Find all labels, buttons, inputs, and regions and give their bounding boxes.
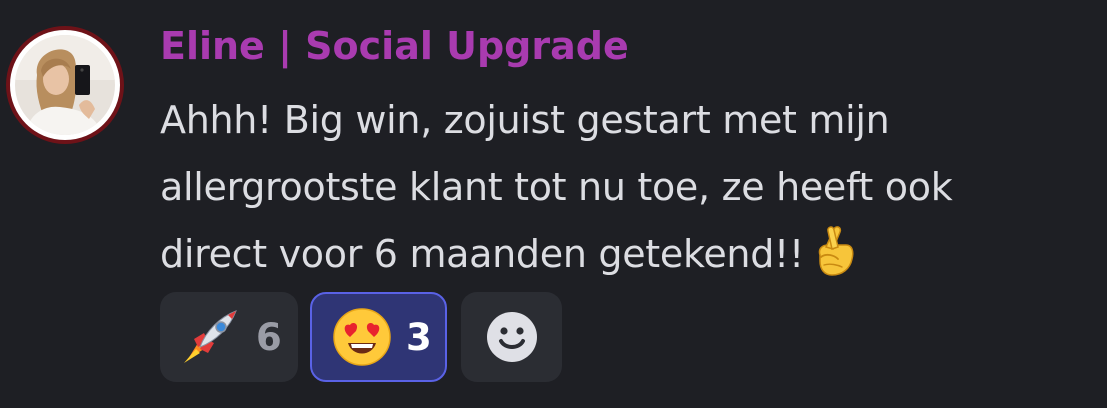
- message-line: direct voor 6 maanden getekend!!: [160, 221, 1060, 288]
- crossed-fingers-icon: [818, 226, 854, 276]
- reaction-heart-eyes[interactable]: 3: [310, 292, 447, 382]
- message-content: Ahhh! Big win, zojuist gestart met mijn …: [160, 87, 1060, 288]
- username[interactable]: Eline | Social Upgrade: [160, 22, 629, 70]
- heart-eyes-icon: [333, 308, 391, 366]
- message-line: allergrootste klant tot nu toe, ze heeft…: [160, 165, 953, 209]
- message-line-text: direct voor 6 maanden getekend!!: [160, 232, 804, 276]
- reaction-count: 6: [256, 315, 282, 359]
- rocket-icon: [184, 310, 237, 363]
- avatar-photo: [15, 35, 115, 135]
- user-avatar[interactable]: [6, 26, 124, 144]
- add-reaction-smiley-icon: [486, 312, 537, 362]
- add-reaction-button[interactable]: [461, 292, 562, 382]
- reaction-rocket[interactable]: 6: [160, 292, 298, 382]
- reaction-count: 3: [406, 315, 432, 359]
- message-line: Ahhh! Big win, zojuist gestart met mijn: [160, 98, 890, 142]
